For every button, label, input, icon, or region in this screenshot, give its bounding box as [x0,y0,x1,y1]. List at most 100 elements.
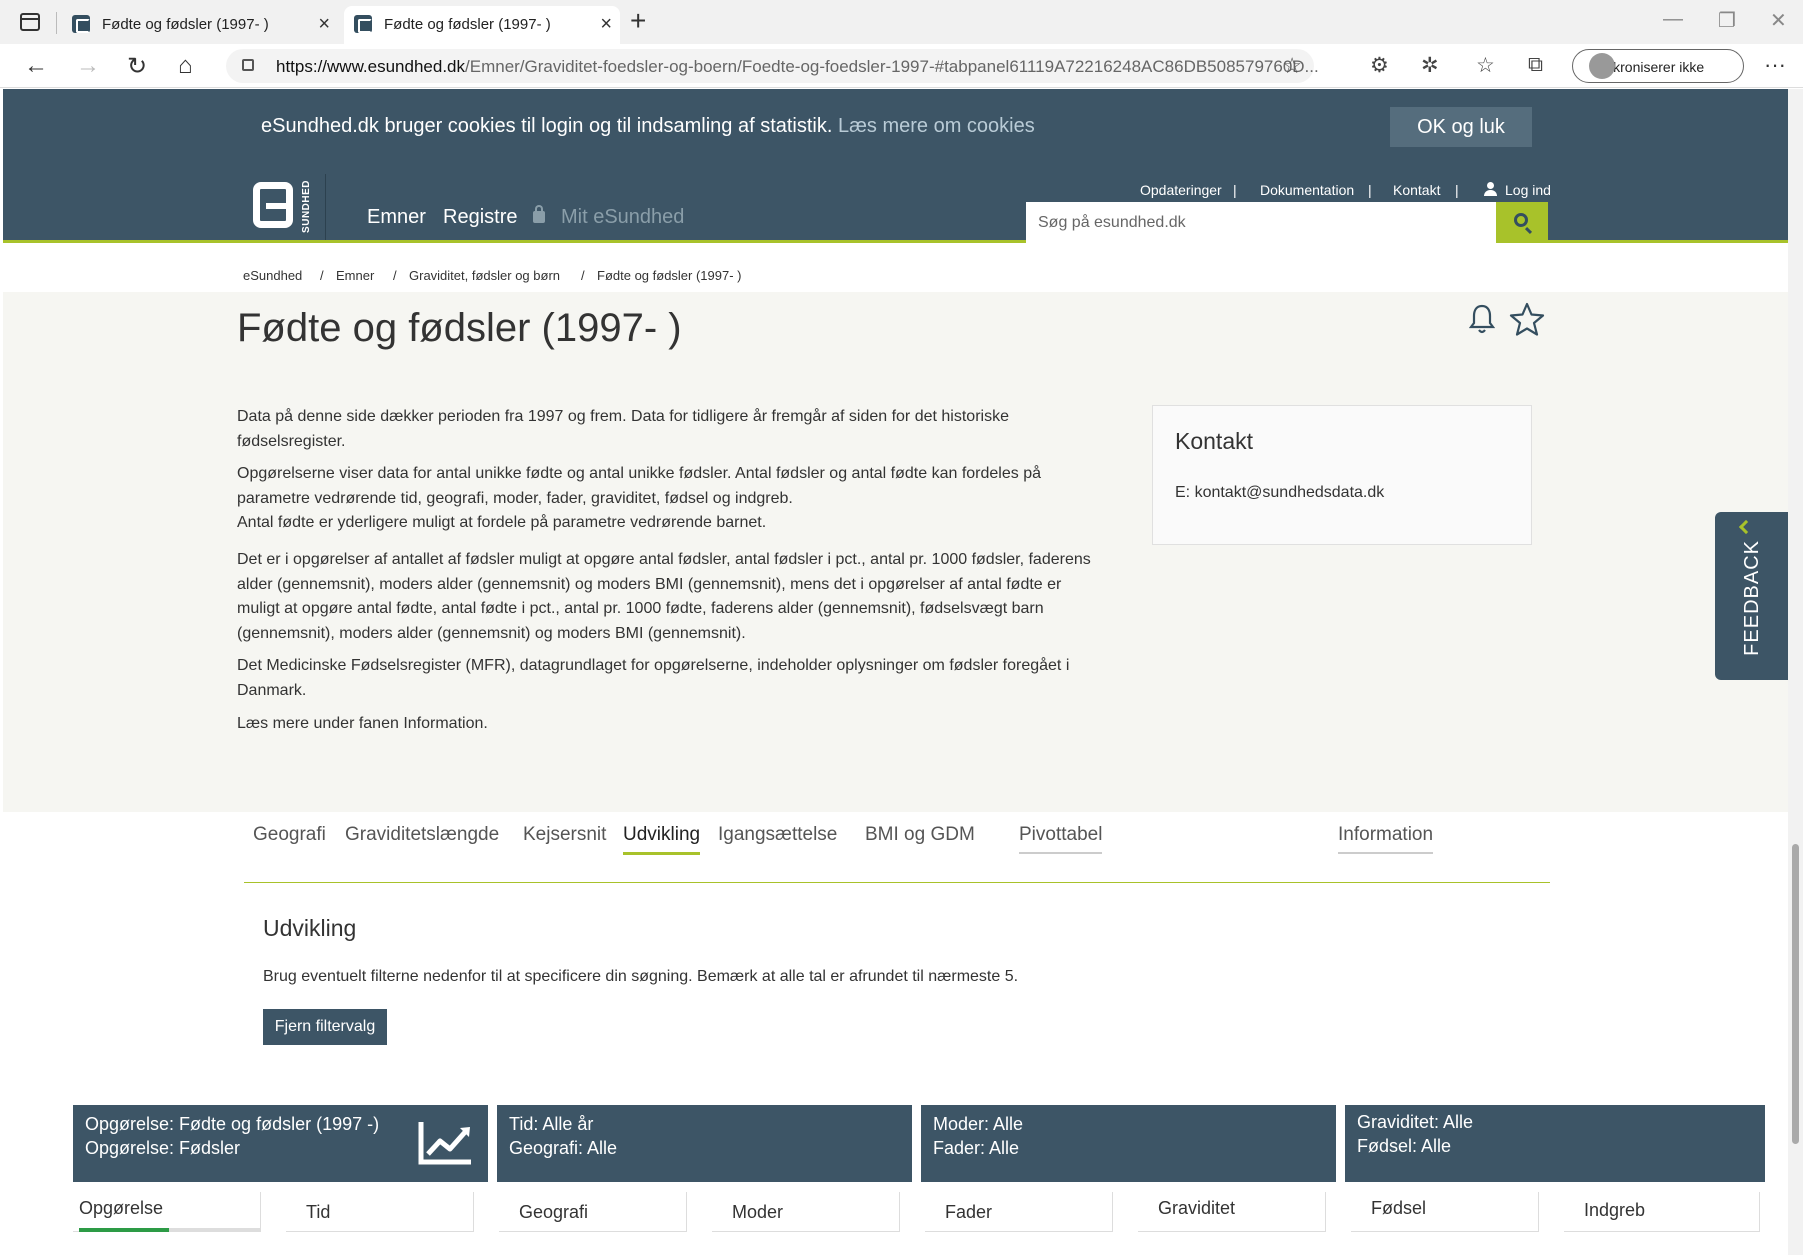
tab-pivottabel[interactable]: Pivottabel [1019,824,1103,854]
contact-email[interactable]: E: kontakt@sundhedsdata.dk [1175,484,1384,502]
summary-line: Fødsel: Alle [1357,1136,1452,1156]
cookie-message: eSundhed.dk bruger cookies til login og … [261,115,1035,137]
page-viewport: eSundhed.dk bruger cookies til login og … [3,89,1788,1255]
contact-card: Kontakt E: kontakt@sundhedsdata.dk [1152,405,1532,545]
filter-tab-fader[interactable]: Fader [925,1192,1113,1232]
star-icon[interactable] [1509,302,1545,336]
new-tab-plus-icon[interactable]: + [630,7,646,35]
favorites-icon[interactable]: ☆ [1476,53,1495,78]
breadcrumb-esundhed[interactable]: eSundhed [243,268,302,283]
tab-udvikling[interactable]: Udvikling [623,824,701,855]
back-arrow-icon[interactable]: ← [24,52,48,80]
breadcrumb-graviditet[interactable]: Graviditet, fødsler og børn [409,268,560,283]
esundhed-favicon-icon [354,15,372,33]
scrollbar-thumb[interactable] [1792,844,1799,1144]
link-separator: | [1368,182,1372,198]
content-tabs: Geografi Graviditetslængde Kejsersnit Ud… [3,812,1788,886]
link-separator: | [1455,182,1459,198]
breadcrumb-emner[interactable]: Emner [336,268,374,283]
extension-gear-icon[interactable]: ⚙ [1370,53,1389,78]
close-tab-icon[interactable]: × [318,13,330,36]
profile-sync-button[interactable]: Synkroniserer ikke [1572,49,1744,83]
tab-igangsaettelse[interactable]: Igangsættelse [718,824,837,846]
tab-bmi-og-gdm[interactable]: BMI og GDM [865,824,975,846]
link-kontakt[interactable]: Kontakt [1393,182,1440,198]
breadcrumb-current: Fødte og fødsler (1997- ) [597,268,742,283]
minimize-icon[interactable]: — [1663,8,1683,31]
browser-tab-2-active[interactable]: Fødte og fødsler (1997- ) × [344,6,620,44]
filter-tab-foedsel[interactable]: Fødsel [1351,1192,1539,1232]
tab-information[interactable]: Information [1338,824,1434,854]
breadcrumb-sep: / [581,268,585,283]
summary-line: Opgørelse: Fødte og fødsler (1997 -) [85,1114,380,1134]
summary-line: Opgørelse: Fødsler [85,1138,241,1158]
feedback-button[interactable]: FEEDBACK [1715,512,1788,680]
collections-icon[interactable]: ⧉ [1528,53,1543,77]
home-icon[interactable]: ⌂ [178,52,193,80]
sidebar-toggle-icon[interactable] [20,13,40,31]
filter-tab-graviditet[interactable]: Graviditet [1138,1192,1326,1232]
filter-hint: Brug eventuelt filterne nedenfor til at … [263,968,1019,985]
nav-mit-esundhed[interactable]: Mit eSundhed [561,206,684,229]
cookie-info-link[interactable]: Læs mere om cookies [838,115,1035,137]
esundhed-logo-icon[interactable] [253,182,297,228]
filter-tab-indgreb[interactable]: Indgreb [1564,1192,1760,1232]
filter-tab-moder[interactable]: Moder [712,1192,900,1232]
filter-tab-label: Indgreb [1584,1200,1646,1220]
browser-tab-title: Fødte og fødsler (1997- ) [384,16,551,33]
restore-icon[interactable]: ❐ [1718,8,1736,33]
clear-filters-button[interactable]: Fjern filtervalg [263,1009,387,1045]
intro-paragraph: Det Medicinske Fødselsregister (MFR), da… [237,657,1070,699]
link-log-ind[interactable]: Log ind [1505,182,1551,198]
filter-tab-opgoerelse[interactable]: Opgørelse [73,1192,261,1232]
filter-summary-tid-geografi[interactable]: Tid: Alle år Geografi: Alle [497,1105,912,1182]
filter-summary-graviditet-foedsel[interactable]: Graviditet: Alle Fødsel: Alle [1345,1105,1765,1182]
site-search-input[interactable] [1026,202,1496,243]
padlock-icon [242,59,254,71]
filter-tab-label: Tid [306,1202,331,1222]
cookie-accept-button[interactable]: OK og luk [1390,107,1532,147]
filter-summary-moder-fader[interactable]: Moder: Alle Fader: Alle [921,1105,1336,1182]
logo-wordmark: SUNDHED [301,180,312,233]
extensions-puzzle-icon[interactable]: ✲ [1421,53,1439,78]
browser-tab-1[interactable]: Fødte og fødsler (1997- ) × [62,6,338,44]
chevron-up-icon [1738,519,1754,535]
filter-tab-tid[interactable]: Tid [286,1192,474,1232]
nav-registre[interactable]: Registre [443,206,517,229]
link-dokumentation[interactable]: Dokumentation [1260,182,1354,198]
more-menu-icon[interactable]: ··· [1764,52,1786,78]
window-close-icon[interactable]: ✕ [1770,8,1787,33]
forward-arrow-icon[interactable]: → [76,52,100,80]
tabs-underline [244,882,1550,883]
filter-tab-geografi[interactable]: Geografi [499,1192,687,1232]
feedback-label: FEEDBACK [1741,540,1763,656]
filter-summary-opgoerelse[interactable]: Opgørelse: Fødte og fødsler (1997 -) Opg… [73,1105,488,1182]
summary-line: Fader: Alle [933,1138,1020,1158]
summary-line: Moder: Alle [933,1114,1024,1134]
address-bar[interactable]: https://www.esundhed.dk/Emner/Graviditet… [226,49,1319,83]
link-opdateringer[interactable]: Opdateringer [1140,182,1222,198]
summary-line: Geografi: Alle [509,1138,618,1158]
filter-tab-label: Fader [945,1202,993,1222]
page-scrollbar[interactable] [1788,89,1803,1255]
browser-toolbar: ← → ↻ ⌂ https://www.esundhed.dk/Emner/Gr… [0,44,1803,88]
tab-kejsersnit[interactable]: Kejsersnit [523,824,606,846]
browser-tab-strip: Fødte og fødsler (1997- ) × Fødte og fød… [0,0,1803,44]
bell-icon[interactable] [1468,304,1496,334]
summary-line: Graviditet: Alle [1357,1112,1474,1132]
lock-icon [533,205,545,223]
user-icon [1484,182,1497,196]
search-button[interactable] [1496,202,1548,243]
reload-icon[interactable]: ↻ [127,52,147,81]
contact-title: Kontakt [1175,428,1253,454]
tab-geografi[interactable]: Geografi [253,824,326,846]
filter-tab-label: Opgørelse [79,1198,164,1218]
nav-emner[interactable]: Emner [367,206,426,243]
filter-progress-bar [79,1228,261,1232]
tab-graviditetslaengde[interactable]: Graviditetslængde [345,824,499,846]
search-icon [1514,213,1528,227]
browser-tab-title: Fødte og fødsler (1997- ) [102,16,269,33]
close-tab-icon[interactable]: × [600,13,612,36]
add-favorite-icon[interactable]: ☆ [1282,53,1302,79]
intro-paragraph: Antal fødte er yderligere muligt at ford… [237,514,767,531]
